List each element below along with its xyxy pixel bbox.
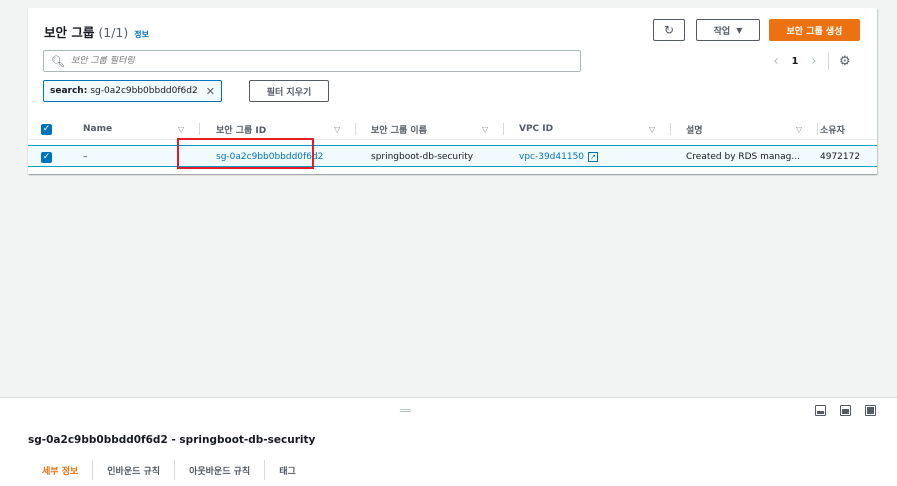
panel-half-icon[interactable] <box>840 405 851 416</box>
filter-input[interactable] <box>70 56 551 66</box>
clear-filters-button[interactable]: 필터 지우기 <box>249 80 329 102</box>
column-header-owner[interactable]: 소유자 <box>820 118 845 140</box>
row-name: – <box>83 152 88 162</box>
search-icon: 🔍︎ <box>51 54 65 68</box>
actions-label: 작업 <box>713 26 731 37</box>
pager-divider <box>828 52 829 70</box>
select-all-checkbox[interactable]: ✓ <box>41 118 52 140</box>
column-divider <box>199 123 200 135</box>
column-header-name[interactable]: Name <box>83 118 112 140</box>
selection-count: (1/1) <box>98 25 129 40</box>
row-sg-name: springboot-db-security <box>371 152 474 162</box>
sort-icon[interactable]: ▽ <box>334 118 340 140</box>
checkbox-checked-icon: ✓ <box>41 123 52 135</box>
close-icon[interactable]: ✕ <box>206 85 215 98</box>
token-value: sg-0a2c9bb0bbdd0f6d2 <box>90 86 198 96</box>
refresh-button[interactable]: ↻ <box>653 19 685 41</box>
security-groups-panel: 보안 그룹 (1/1) 정보 ↻ 작업 ▼ 보안 그룹 생성 🔍︎ ‹ 1 › … <box>28 8 877 174</box>
sort-icon[interactable]: ▽ <box>796 118 802 140</box>
tab-outbound-rules[interactable]: 아웃바운드 규칙 <box>175 460 264 480</box>
detail-tabs: 세부 정보 인바운드 규칙 아웃바운드 규칙 태그 <box>28 460 310 480</box>
table-row[interactable]: ✓ – sg-0a2c9bb0bbdd0f6d2 springboot-db-s… <box>28 145 877 167</box>
panel-bottom-icon[interactable] <box>815 405 826 416</box>
table-header: ✓ Name ▽ 보안 그룹 ID ▽ 보안 그룹 이름 ▽ VPC ID ▽ … <box>28 118 877 140</box>
panel-full-icon[interactable] <box>865 405 876 416</box>
column-header-sg-name[interactable]: 보안 그룹 이름 <box>371 118 427 140</box>
panel-header: 보안 그룹 (1/1) 정보 <box>44 22 149 42</box>
prev-page-icon[interactable]: ‹ <box>768 54 784 69</box>
column-divider <box>503 123 504 135</box>
current-page[interactable]: 1 <box>784 56 806 67</box>
panel-position-controls <box>815 405 876 416</box>
tab-inbound-rules[interactable]: 인바운드 규칙 <box>93 460 174 480</box>
token-key: search: <box>50 86 88 96</box>
create-security-group-button[interactable]: 보안 그룹 생성 <box>769 19 860 41</box>
tab-tags[interactable]: 태그 <box>265 460 310 480</box>
external-link-icon: ↗ <box>588 152 599 162</box>
pagination: ‹ 1 › ⚙ <box>768 52 851 70</box>
column-header-description[interactable]: 설명 <box>686 118 703 140</box>
actions-button[interactable]: 작업 ▼ <box>696 19 760 41</box>
row-checkbox[interactable]: ✓ <box>41 146 52 168</box>
page-title: 보안 그룹 <box>44 25 95 40</box>
resize-handle-icon[interactable]: ══ <box>400 406 411 417</box>
highlight-annotation <box>177 138 314 169</box>
next-page-icon[interactable]: › <box>806 54 822 69</box>
sort-icon[interactable]: ▽ <box>649 118 655 140</box>
column-divider <box>817 123 818 135</box>
column-header-vpc-id[interactable]: VPC ID <box>519 118 553 140</box>
gear-icon[interactable]: ⚙ <box>839 54 851 69</box>
info-link[interactable]: 정보 <box>134 29 149 40</box>
checkbox-checked-icon: ✓ <box>41 151 52 163</box>
vpc-id-text: vpc-39d41150 <box>519 152 585 162</box>
refresh-icon: ↻ <box>663 23 675 37</box>
detail-title: sg-0a2c9bb0bbdd0f6d2 - springboot-db-sec… <box>28 434 316 446</box>
filter-token: search: sg-0a2c9bb0bbdd0f6d2 ✕ <box>43 80 222 102</box>
column-divider <box>355 123 356 135</box>
caret-down-icon: ▼ <box>736 25 743 35</box>
filter-box[interactable]: 🔍︎ <box>43 50 581 72</box>
tab-details[interactable]: 세부 정보 <box>28 460 92 480</box>
row-owner: 4972172 <box>820 152 861 162</box>
sort-icon[interactable]: ▽ <box>482 118 488 140</box>
column-divider <box>670 123 671 135</box>
sort-icon[interactable]: ▽ <box>178 118 184 140</box>
row-description: Created by RDS manag... <box>686 152 800 162</box>
row-vpc-id-link[interactable]: vpc-39d41150 ↗ <box>519 146 599 168</box>
detail-split-panel: ══ sg-0a2c9bb0bbdd0f6d2 - springboot-db-… <box>0 397 897 486</box>
column-header-sg-id[interactable]: 보안 그룹 ID <box>216 118 266 140</box>
